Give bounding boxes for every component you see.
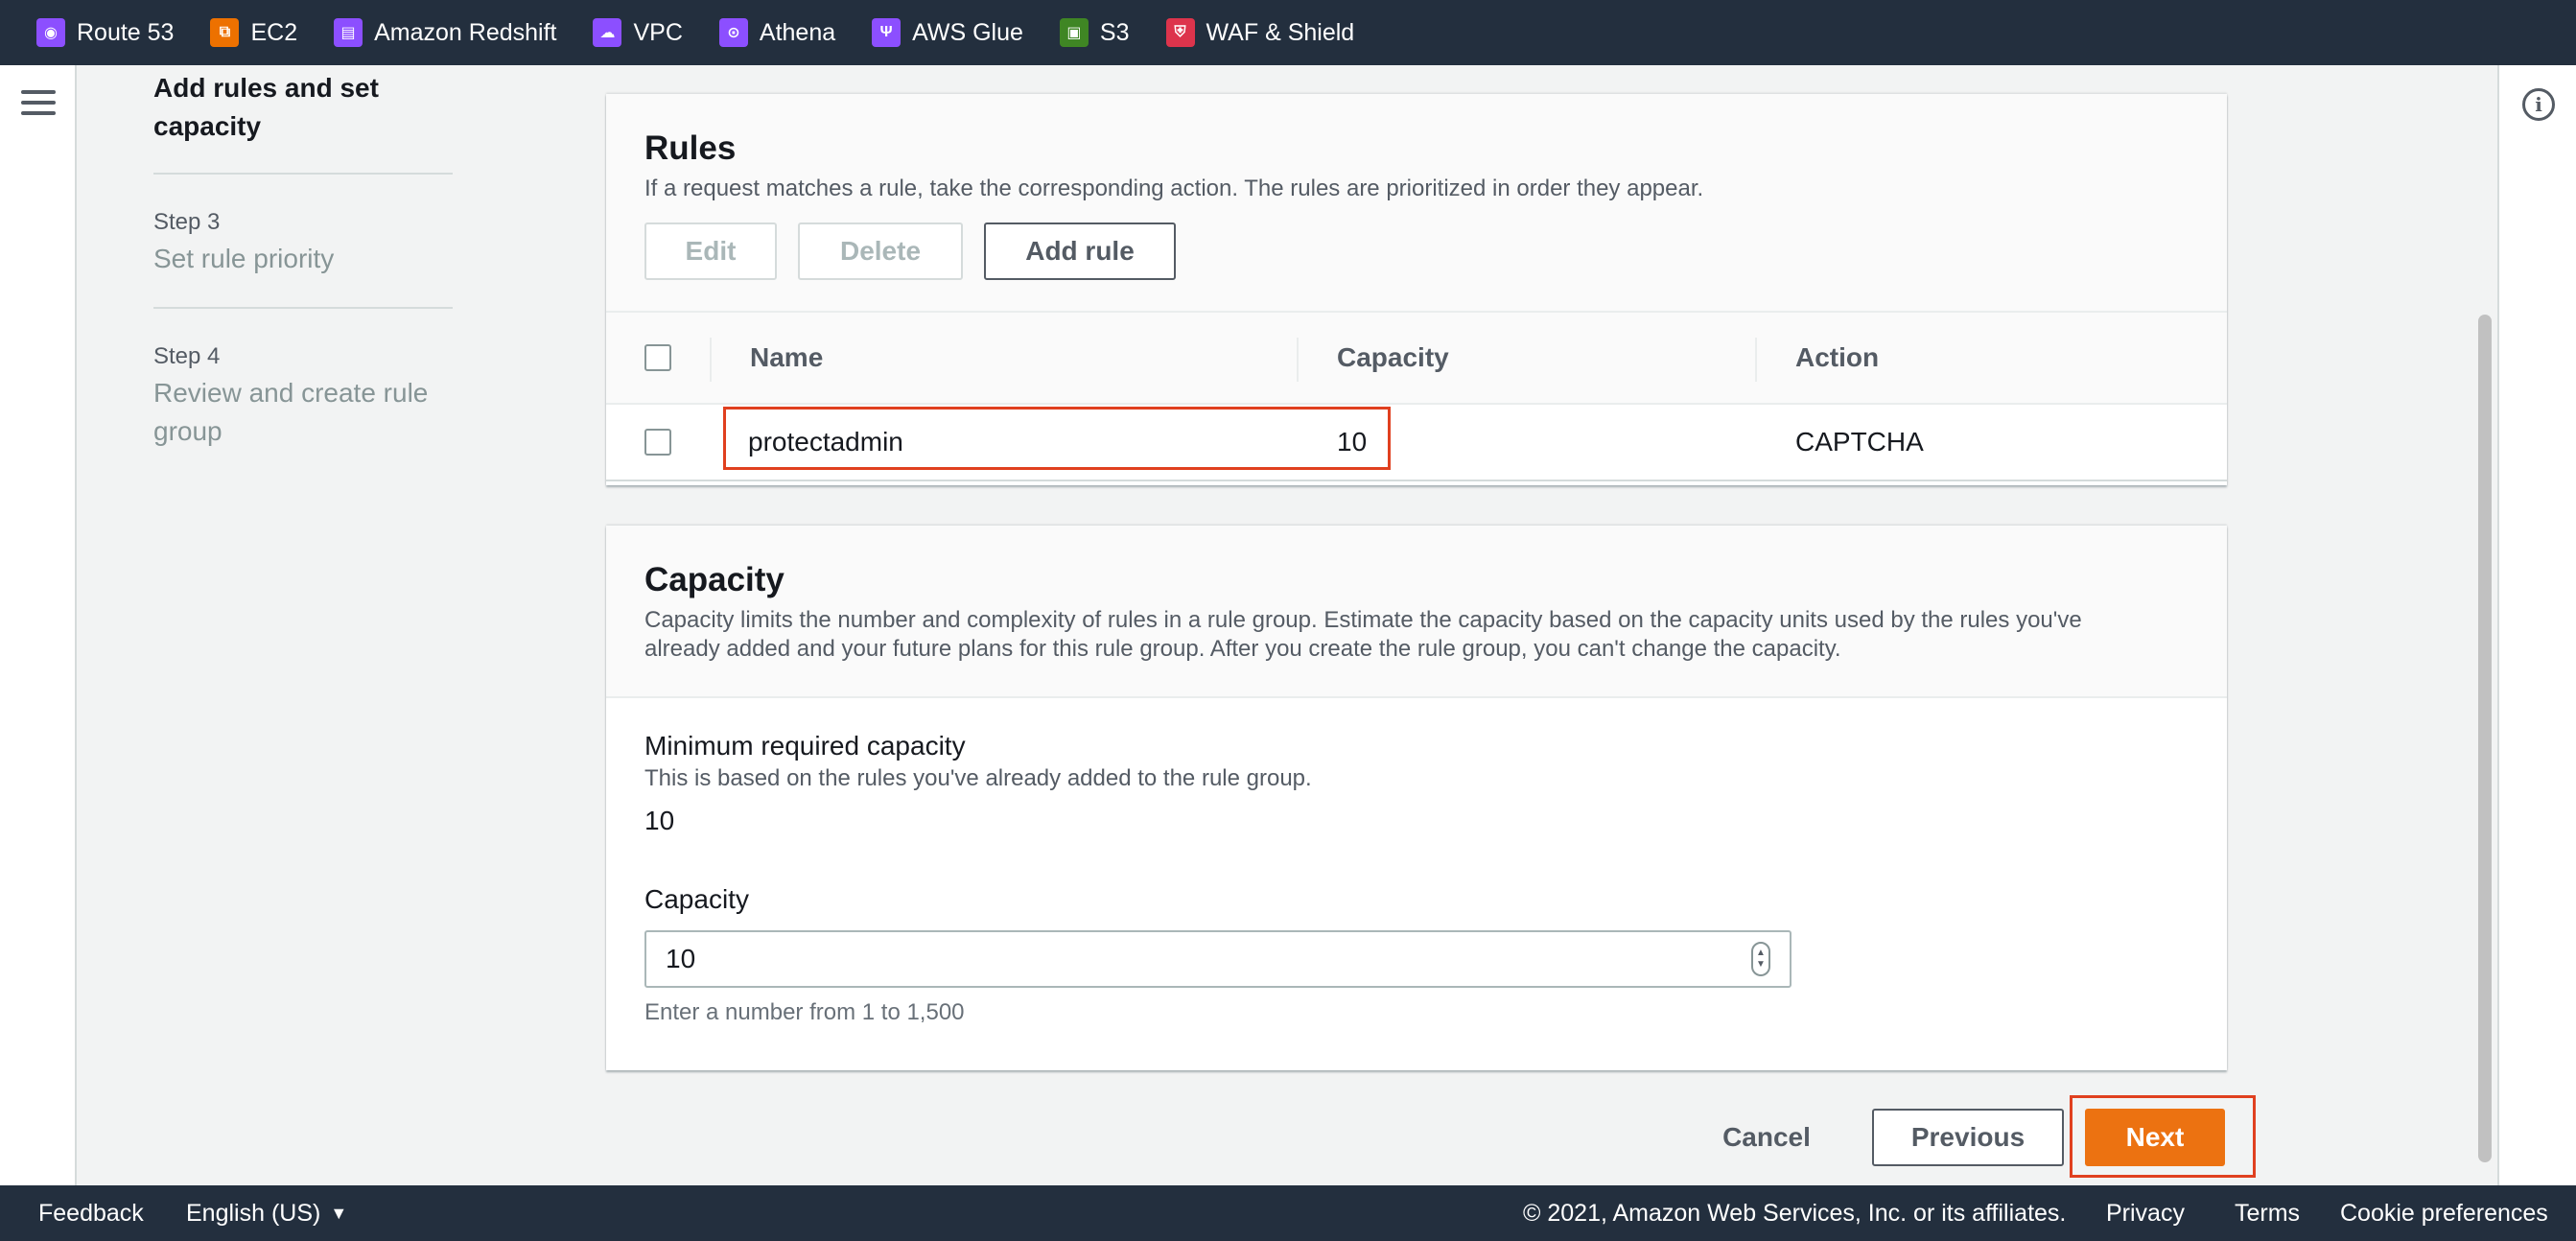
step-number: Step 3 xyxy=(153,209,221,235)
cookie-preferences-link[interactable]: Cookie preferences xyxy=(2340,1185,2548,1241)
service-s3[interactable]: ▣ S3 xyxy=(1059,18,1130,47)
feedback-link[interactable]: Feedback xyxy=(38,1185,144,1241)
language-label: English (US) xyxy=(186,1199,321,1227)
hamburger-menu-icon[interactable] xyxy=(21,90,56,119)
language-selector[interactable]: English (US) ▼ xyxy=(186,1185,347,1241)
current-step-title: Add rules and set capacity xyxy=(153,65,453,175)
delete-button[interactable]: Delete xyxy=(798,222,963,280)
table-row[interactable]: protectadmin 10 CAPTCHA xyxy=(606,405,2227,481)
service-ec2[interactable]: ⧉ EC2 xyxy=(210,18,297,47)
min-capacity-description: This is based on the rules you've alread… xyxy=(644,765,1312,791)
capacity-panel: Capacity Capacity limits the number and … xyxy=(606,526,2227,1070)
terms-link[interactable]: Terms xyxy=(2235,1185,2300,1241)
route53-icon: ◉ xyxy=(36,18,65,47)
service-route53[interactable]: ◉ Route 53 xyxy=(36,18,174,47)
redshift-icon: ▤ xyxy=(334,18,363,47)
service-label: S3 xyxy=(1099,18,1130,46)
vpc-icon: ☁ xyxy=(593,18,622,47)
copyright-text: © 2021, Amazon Web Services, Inc. or its… xyxy=(1523,1199,2067,1227)
rule-action: CAPTCHA xyxy=(1795,427,1924,457)
edit-button[interactable]: Edit xyxy=(644,222,777,280)
capacity-description: Capacity limits the number and complexit… xyxy=(644,607,2082,662)
ec2-icon: ⧉ xyxy=(210,18,240,47)
service-athena[interactable]: ⊙ Athena xyxy=(718,18,836,47)
wizard-step-3: Step 3 Set rule priority xyxy=(153,175,453,309)
min-capacity-label: Minimum required capacity xyxy=(644,731,966,761)
min-capacity-value: 10 xyxy=(644,806,675,835)
left-navigation-rail xyxy=(0,65,77,1185)
s3-icon: ▣ xyxy=(1059,18,1089,47)
rules-description: If a request matches a rule, take the co… xyxy=(644,176,1704,201)
footer-bar: Feedback English (US) ▼ © 2021, Amazon W… xyxy=(0,1185,2576,1241)
service-label: Route 53 xyxy=(77,18,175,46)
service-label: Amazon Redshift xyxy=(374,18,557,46)
step-link[interactable]: Set rule priority xyxy=(153,240,453,278)
waf-shield-icon: ⛨ xyxy=(1165,18,1195,47)
step-number: Step 4 xyxy=(153,343,221,369)
service-label: AWS Glue xyxy=(912,18,1023,46)
column-header-action[interactable]: Action xyxy=(1795,313,1879,403)
service-label: EC2 xyxy=(250,18,298,46)
rule-row-highlight xyxy=(723,407,1391,470)
wizard-step-4: Step 4 Review and create rule group xyxy=(153,309,453,480)
services-bar: ◉ Route 53 ⧉ EC2 ▤ Amazon Redshift ☁ VPC… xyxy=(0,0,2576,65)
previous-button[interactable]: Previous xyxy=(1872,1109,2064,1166)
number-stepper-icon[interactable]: ▲ ▼ xyxy=(1751,942,1770,976)
column-header-capacity[interactable]: Capacity xyxy=(1337,313,1449,403)
row-checkbox[interactable] xyxy=(644,429,671,456)
rules-table-header: Name Capacity Action xyxy=(606,311,2227,405)
right-help-rail: i xyxy=(2497,65,2576,1185)
wizard-actions: Cancel Previous Next xyxy=(0,1095,2576,1178)
select-all-cell xyxy=(644,313,671,403)
service-vpc[interactable]: ☁ VPC xyxy=(593,18,683,47)
capacity-constraint-text: Enter a number from 1 to 1,500 xyxy=(644,999,965,1025)
capacity-form: Minimum required capacity This is based … xyxy=(606,696,2227,1057)
capacity-input-label: Capacity xyxy=(644,884,749,914)
column-divider xyxy=(1297,338,1299,382)
column-divider xyxy=(710,338,712,382)
rules-panel-header: Rules If a request matches a rule, take … xyxy=(606,94,2227,311)
rules-button-row: Edit Delete Add rule xyxy=(644,222,2189,311)
service-redshift[interactable]: ▤ Amazon Redshift xyxy=(334,18,556,47)
wizard-steps: Add rules and set capacity Step 3 Set ru… xyxy=(153,65,453,480)
caret-down-icon: ▼ xyxy=(330,1203,348,1223)
service-label: WAF & Shield xyxy=(1206,18,1355,46)
next-button-highlight xyxy=(2070,1095,2256,1178)
row-select-cell xyxy=(644,405,671,480)
capacity-panel-header: Capacity Capacity limits the number and … xyxy=(606,526,2227,696)
service-label: VPC xyxy=(633,18,683,46)
service-label: Athena xyxy=(759,18,836,46)
info-icon[interactable]: i xyxy=(2522,88,2555,121)
rules-panel: Rules If a request matches a rule, take … xyxy=(606,94,2227,485)
rules-title: Rules xyxy=(644,129,737,167)
glue-icon: Ψ xyxy=(872,18,902,47)
column-divider xyxy=(1755,338,1757,382)
cancel-button[interactable]: Cancel xyxy=(1707,1109,1826,1166)
service-waf-shield[interactable]: ⛨ WAF & Shield xyxy=(1165,18,1355,47)
select-all-checkbox[interactable] xyxy=(644,344,671,371)
step-link[interactable]: Review and create rule group xyxy=(153,374,453,451)
scrollbar-thumb[interactable] xyxy=(2478,315,2492,1162)
column-header-name[interactable]: Name xyxy=(750,313,823,403)
add-rule-button[interactable]: Add rule xyxy=(984,222,1176,280)
privacy-link[interactable]: Privacy xyxy=(2106,1185,2185,1241)
service-glue[interactable]: Ψ AWS Glue xyxy=(872,18,1023,47)
capacity-input[interactable] xyxy=(644,930,1791,988)
capacity-input-wrapper: ▲▼ xyxy=(644,930,1791,988)
capacity-title: Capacity xyxy=(644,561,785,598)
athena-icon: ⊙ xyxy=(718,18,748,47)
